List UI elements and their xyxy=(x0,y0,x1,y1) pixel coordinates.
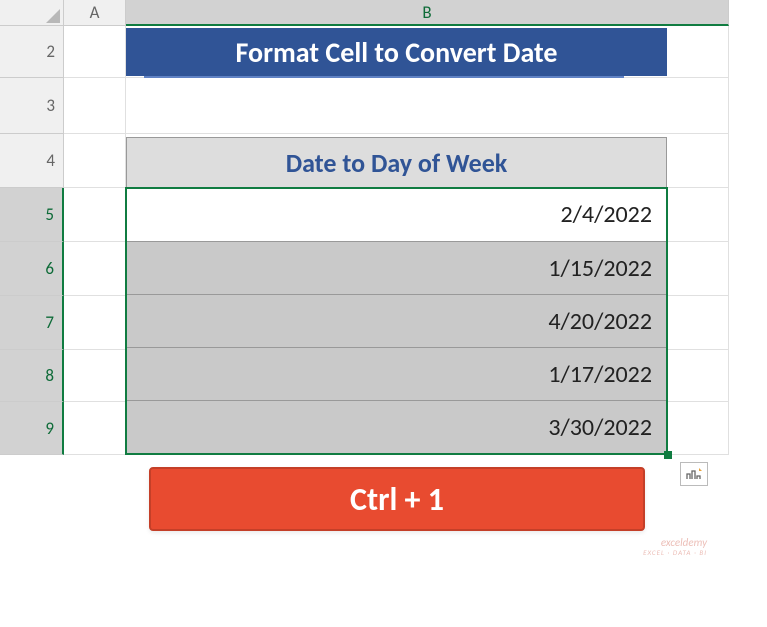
row-header-8[interactable]: 8 xyxy=(0,350,64,402)
table-row[interactable]: 3/30/2022 xyxy=(127,400,666,453)
cell-a5[interactable] xyxy=(64,188,126,242)
select-all-corner[interactable] xyxy=(0,0,64,26)
page-title: Format Cell to Convert Date xyxy=(126,28,667,76)
column-header-b[interactable]: B xyxy=(126,0,729,26)
cell-b3[interactable] xyxy=(126,78,729,134)
row-header-5[interactable]: 5 xyxy=(0,188,64,242)
row-headers: 2 3 4 5 6 7 8 9 xyxy=(0,26,64,455)
cell-a6[interactable] xyxy=(64,242,126,296)
cell-a7[interactable] xyxy=(64,296,126,350)
data-table: Date to Day of Week 2/4/2022 1/15/2022 4… xyxy=(126,137,667,454)
quick-analysis-icon[interactable] xyxy=(680,462,708,486)
cell-a8[interactable] xyxy=(64,350,126,402)
row-header-4[interactable]: 4 xyxy=(0,134,64,188)
row-header-3[interactable]: 3 xyxy=(0,78,64,134)
row-header-6[interactable]: 6 xyxy=(0,242,64,296)
cell-a2[interactable] xyxy=(64,26,126,78)
row-header-2[interactable]: 2 xyxy=(0,26,64,78)
table-row[interactable]: 1/17/2022 xyxy=(127,347,666,400)
selection-fill-handle[interactable] xyxy=(664,451,672,459)
table-row[interactable]: 1/15/2022 xyxy=(127,241,666,294)
column-header-a[interactable]: A xyxy=(64,0,126,26)
table-row[interactable]: 2/4/2022 xyxy=(127,188,666,241)
watermark: exceldemy EXCEL · DATA · BI xyxy=(643,537,707,557)
cell-a4[interactable] xyxy=(64,134,126,188)
keyboard-shortcut-badge: Ctrl + 1 xyxy=(149,467,645,531)
cell-a9[interactable] xyxy=(64,402,126,455)
cell-a3[interactable] xyxy=(64,78,126,134)
row-header-7[interactable]: 7 xyxy=(0,296,64,350)
watermark-sub: EXCEL · DATA · BI xyxy=(643,549,707,557)
table-row[interactable]: 4/20/2022 xyxy=(127,294,666,347)
table-header[interactable]: Date to Day of Week xyxy=(127,138,666,188)
row-header-9[interactable]: 9 xyxy=(0,402,64,455)
